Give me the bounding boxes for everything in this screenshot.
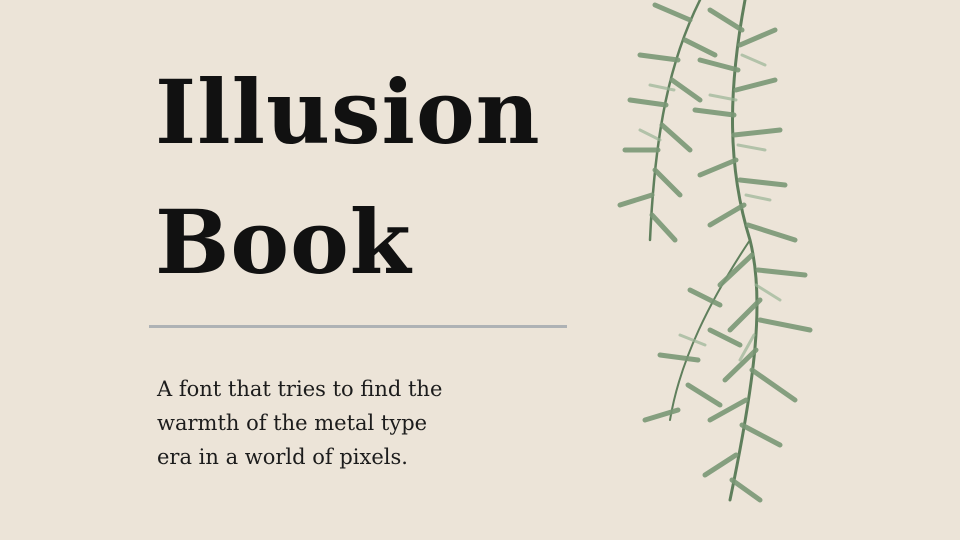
tagline-line-1: A font that tries to find the [157,377,443,401]
tagline-line-2: warmth of the metal type [157,411,428,435]
divider-line [149,325,567,328]
title-line-1: Illusion [155,60,541,164]
font-showcase-canvas: Illusion Book A font that tries to find … [0,0,960,540]
rosemary-sprig-icon [617,0,813,503]
tagline: A font that tries to find the warmth of … [157,372,442,474]
title-line-2: Book [155,190,412,294]
tagline-line-3: era in a world of pixels. [157,445,408,469]
